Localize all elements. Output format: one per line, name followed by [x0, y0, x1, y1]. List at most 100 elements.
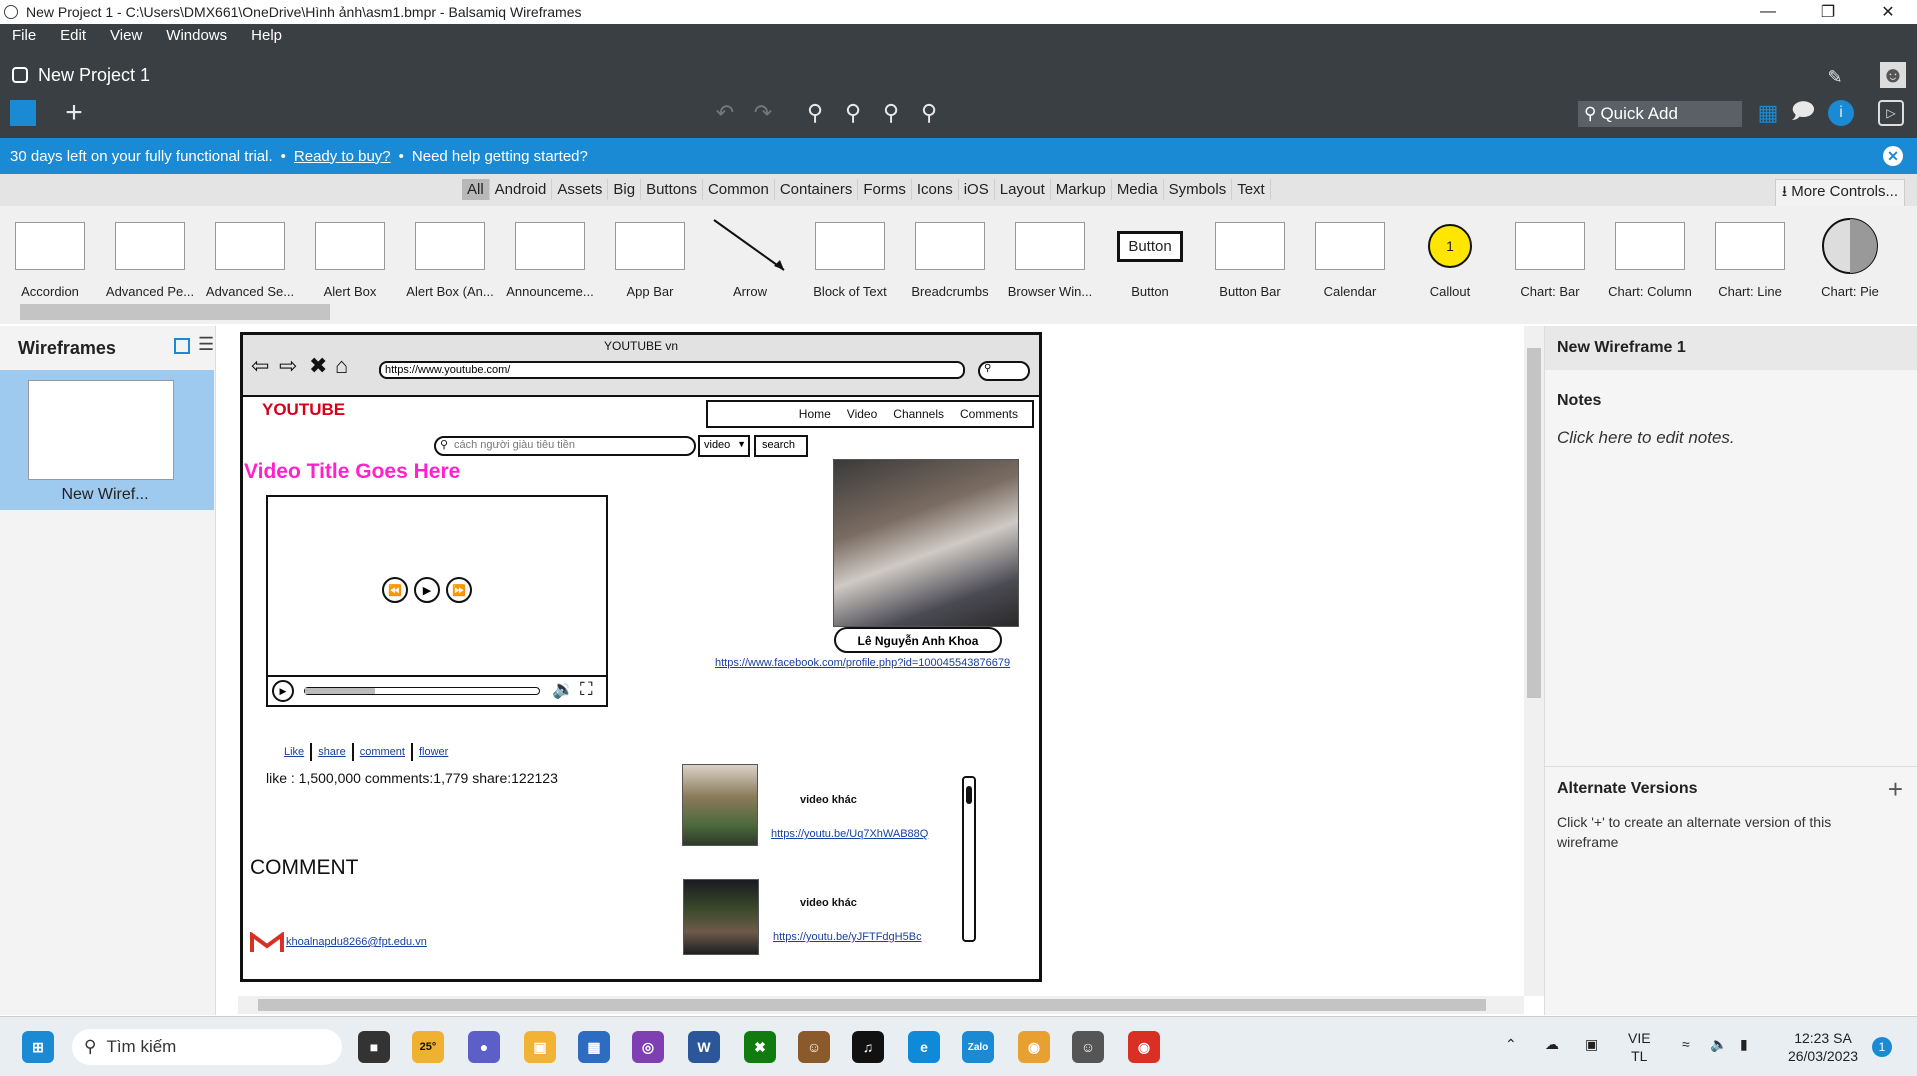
comment-link[interactable]: comment — [360, 746, 405, 761]
video-player[interactable]: ⏪ ▶ ⏩ ▶ 🔉 ⛶ — [266, 495, 608, 707]
control-item[interactable]: Announceme... — [500, 216, 600, 299]
horizontal-scroll-thumb[interactable] — [258, 999, 1486, 1011]
zalo-icon[interactable]: Zalo — [962, 1031, 994, 1063]
language-indicator[interactable]: VIE TL — [1628, 1029, 1651, 1065]
category-tab-buttons[interactable]: Buttons — [641, 179, 703, 200]
close-banner-icon[interactable]: ✕ — [1883, 146, 1903, 166]
browser-search-icon[interactable]: ⚲ — [978, 361, 1030, 381]
nav-video[interactable]: Video — [847, 407, 877, 421]
edge-icon[interactable]: e — [908, 1031, 940, 1063]
search-type-select[interactable]: video ▼ — [698, 435, 750, 457]
user-avatar-icon[interactable]: ☻ — [1880, 62, 1906, 88]
category-tab-common[interactable]: Common — [703, 179, 775, 200]
nav-comments[interactable]: Comments — [960, 407, 1018, 421]
profile-link[interactable]: https://www.facebook.com/profile.php?id=… — [715, 657, 1010, 669]
balsamiq-icon[interactable]: ☺ — [1072, 1031, 1104, 1063]
flower-link[interactable]: flower — [419, 746, 448, 761]
share-link[interactable]: share — [318, 746, 346, 761]
minimize-button[interactable]: — — [1740, 0, 1796, 24]
control-item[interactable]: Alert Box (An... — [400, 216, 500, 299]
fast-forward-icon[interactable]: ⏩ — [446, 577, 472, 603]
add-icon[interactable]: + — [60, 96, 88, 129]
close-window-button[interactable]: ✕ — [1860, 0, 1916, 24]
chrome-profile-icon[interactable]: ◉ — [1018, 1031, 1050, 1063]
onedrive-icon[interactable]: ☁ — [1545, 1035, 1559, 1053]
taskbar-search[interactable]: ⚲ Tìm kiếm — [72, 1029, 342, 1065]
comments-icon[interactable]: 🗩 — [1790, 98, 1816, 126]
store-icon[interactable]: ▦ — [578, 1031, 610, 1063]
chrome-icon[interactable]: ◉ — [1128, 1031, 1160, 1063]
app-icon[interactable]: ◎ — [632, 1031, 664, 1063]
vertical-scroll-thumb[interactable] — [1527, 348, 1541, 698]
file-explorer-icon[interactable]: ▣ — [524, 1031, 556, 1063]
nav-home[interactable]: Home — [799, 407, 831, 421]
xbox-icon[interactable]: ✖ — [744, 1031, 776, 1063]
control-item[interactable]: Advanced Se... — [200, 216, 300, 299]
control-item[interactable]: Advanced Pe... — [100, 216, 200, 299]
volume-icon[interactable]: 🔉 — [552, 679, 574, 700]
undo-icon[interactable]: ↶ — [710, 98, 740, 128]
wireframe-thumbnail[interactable] — [28, 380, 174, 480]
notification-badge[interactable]: 1 — [1872, 1037, 1892, 1057]
word-icon[interactable]: W — [688, 1031, 720, 1063]
category-tab-layout[interactable]: Layout — [995, 179, 1051, 200]
progress-bar[interactable] — [304, 687, 540, 695]
url-bar[interactable]: https://www.youtube.com/ — [379, 361, 965, 379]
category-tab-containers[interactable]: Containers — [775, 179, 859, 200]
zoom-fit-icon[interactable]: ⚲ — [914, 98, 944, 128]
category-tab-symbols[interactable]: Symbols — [1164, 179, 1233, 200]
related-scroll-thumb[interactable] — [966, 786, 972, 804]
control-item[interactable]: 1 Callout — [1400, 216, 1500, 299]
zoom-out-icon[interactable]: ⚲ — [800, 98, 830, 128]
control-item[interactable]: App Bar — [600, 216, 700, 299]
battery-icon[interactable]: ▮ — [1740, 1035, 1748, 1053]
site-search-input[interactable]: ⚲ cách người giàu tiêu tiền — [434, 436, 696, 456]
category-tab-forms[interactable]: Forms — [858, 179, 912, 200]
start-icon[interactable]: ⊞ — [22, 1031, 54, 1063]
menu-edit[interactable]: Edit — [48, 24, 98, 50]
control-item[interactable]: Arrow — [700, 216, 800, 299]
ready-to-buy-link[interactable]: Ready to buy? — [294, 148, 391, 165]
stop-icon[interactable]: ✖ — [309, 353, 327, 379]
control-item[interactable]: Accordion — [0, 216, 100, 299]
related-thumbnail[interactable] — [682, 764, 758, 846]
grid-view-icon[interactable] — [174, 338, 190, 354]
control-item[interactable]: Chart: Pie — [1800, 216, 1900, 299]
related-link[interactable]: https://youtu.be/yJFTFdgH5Bc — [773, 931, 922, 943]
volume-icon[interactable]: 🔈 — [1710, 1035, 1727, 1053]
ui-library-icon[interactable]: ▦ — [1755, 100, 1781, 126]
zoom-in-icon[interactable]: ⚲ — [838, 98, 868, 128]
play-icon[interactable]: ▶ — [414, 577, 440, 603]
task-view-icon[interactable]: ■ — [358, 1031, 390, 1063]
wifi-icon[interactable]: ≈ — [1682, 1035, 1690, 1053]
category-tab-markup[interactable]: Markup — [1051, 179, 1112, 200]
search-button[interactable]: search — [754, 435, 808, 457]
menu-view[interactable]: View — [98, 24, 154, 50]
small-play-icon[interactable]: ▶ — [272, 680, 294, 702]
like-link[interactable]: Like — [284, 746, 304, 761]
info-icon[interactable]: i — [1828, 100, 1854, 126]
tiktok-icon[interactable]: ♫ — [852, 1031, 884, 1063]
canvas-horizontal-scrollbar[interactable] — [238, 996, 1524, 1014]
rewind-icon[interactable]: ⏪ — [382, 577, 408, 603]
canvas-vertical-scrollbar[interactable] — [1524, 326, 1544, 996]
edit-mode-icon[interactable]: ✎ — [1822, 64, 1848, 90]
show-hidden-icons[interactable]: ⌃ — [1505, 1035, 1517, 1053]
back-icon[interactable]: ⇦ — [251, 353, 269, 379]
more-controls-button[interactable]: ⭳ More Controls... — [1774, 179, 1905, 208]
restore-button[interactable]: ❐ — [1800, 0, 1856, 24]
control-item[interactable]: Block of Text — [800, 216, 900, 299]
category-tab-media[interactable]: Media — [1112, 179, 1164, 200]
help-link[interactable]: Need help getting started? — [412, 148, 588, 165]
wireframe-name[interactable]: New Wireframe 1 — [1545, 326, 1917, 370]
control-item[interactable]: Calendar — [1300, 216, 1400, 299]
youtube-logo[interactable]: YOUTUBE — [262, 400, 345, 420]
control-item[interactable]: Button Bar — [1200, 216, 1300, 299]
category-tab-text[interactable]: Text — [1232, 179, 1271, 200]
list-view-icon[interactable]: ☰ — [198, 334, 214, 355]
category-tab-ios[interactable]: iOS — [959, 179, 995, 200]
menu-windows[interactable]: Windows — [154, 24, 239, 50]
home-icon[interactable]: ⌂ — [335, 353, 348, 379]
game-icon[interactable]: ☺ — [798, 1031, 830, 1063]
control-item[interactable]: Chart: Bar — [1500, 216, 1600, 299]
